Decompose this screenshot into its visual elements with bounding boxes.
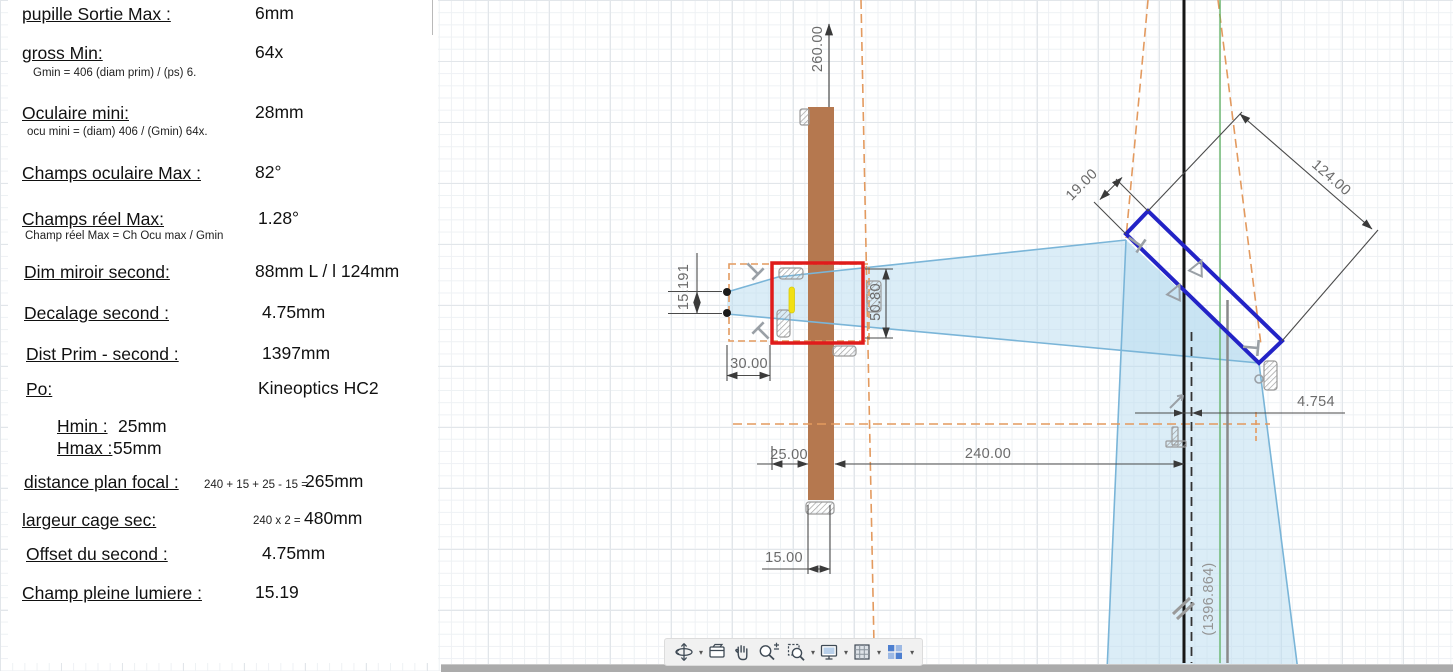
focal-point-top — [723, 288, 731, 296]
spec-formula: Gmin = 406 (diam prim) / (ps) 6. — [33, 67, 197, 79]
dim-1396: (1396.864) — [1201, 562, 1217, 636]
viewports-button[interactable] — [883, 641, 907, 663]
spec-label: Champs réel Max: — [22, 209, 164, 229]
spec-value: 82° — [255, 162, 282, 182]
window-zoom-caret[interactable]: ▾ — [811, 648, 815, 657]
telescope-board[interactable] — [808, 107, 834, 500]
spec-value: 25mm — [118, 416, 167, 436]
spec-value: Kineoptics HC2 — [258, 378, 379, 398]
dim-4754: 4.754 — [1297, 394, 1335, 410]
dim-5080: 50.80 — [868, 283, 884, 321]
notes-panel: pupille Sortie Max : 6mm gross Min: 64x … — [8, 0, 438, 663]
spec-label: distance plan focal : — [24, 472, 179, 492]
grid-display-icon — [854, 644, 870, 660]
orbit-icon — [675, 643, 693, 661]
incoming-ray-left — [1125, 0, 1149, 239]
dim-15: 15.00 — [765, 550, 803, 566]
spec-label: Po: — [26, 379, 53, 399]
display-settings-icon — [820, 644, 838, 660]
window-zoom-icon — [787, 643, 805, 661]
spec-label: gross Min: — [22, 43, 103, 63]
zoom-icon — [759, 642, 780, 661]
incoming-ray-right — [1217, 0, 1262, 346]
spec-formula: ocu mini = (diam) 406 / (Gmin) 64x. — [27, 126, 208, 138]
viewports-caret[interactable]: ▾ — [910, 648, 914, 657]
spec-label: Offset du second : — [26, 544, 168, 564]
spec-label: Oculaire mini: — [22, 103, 129, 123]
grid-display-caret[interactable]: ▾ — [877, 648, 881, 657]
spec-value: 15.19 — [255, 582, 299, 602]
panel-edge-line — [432, 0, 433, 35]
spec-value: 28mm — [255, 102, 304, 122]
spec-label: Hmax : — [57, 438, 113, 458]
focal-point-bottom — [723, 309, 731, 317]
dim-260: 260.00 — [810, 25, 826, 73]
spec-formula: 240 x 2 = — [253, 515, 301, 527]
window-zoom-button[interactable] — [784, 641, 808, 663]
dim-15191: 15.191 — [676, 263, 692, 311]
spec-label: Dist Prim - second : — [26, 344, 179, 364]
spec-label: Champs oculaire Max : — [22, 163, 201, 183]
spec-label: Champ pleine lumiere : — [22, 583, 202, 603]
spec-formula: Champ réel Max = Ch Ocu max / Gmin — [25, 230, 224, 242]
navigation-toolbar: ▾ ▾ ▾ ▾ ▾ — [664, 638, 924, 666]
spec-value: 4.75mm — [262, 543, 326, 563]
look-at-button[interactable] — [705, 641, 729, 663]
pan-button[interactable] — [730, 641, 754, 663]
dim-30: 30.00 — [730, 356, 768, 372]
display-settings-button[interactable] — [817, 641, 841, 663]
orbit-button[interactable] — [672, 641, 696, 663]
yellow-focal-marker — [788, 286, 795, 314]
viewports-icon — [888, 645, 903, 659]
spec-value: 1.28° — [258, 208, 300, 228]
spec-value: 480mm — [304, 508, 363, 528]
orbit-caret[interactable]: ▾ — [699, 648, 703, 657]
spec-value: 265mm — [305, 471, 364, 491]
grid-display-button[interactable] — [850, 641, 874, 663]
spec-value: 6mm — [255, 3, 294, 23]
spec-label: Hmin : — [57, 416, 108, 436]
pan-icon — [735, 645, 748, 661]
spec-label: Dim miroir second: — [24, 262, 170, 282]
spec-value: 88mm L / l 124mm — [255, 261, 400, 281]
dim-240: 240.00 — [964, 446, 1012, 462]
spec-value: 64x — [255, 42, 284, 62]
spec-value: 4.75mm — [262, 302, 326, 322]
look-at-icon — [709, 643, 725, 658]
spec-label: largeur cage sec: — [22, 510, 157, 530]
spec-value: 55mm — [113, 438, 162, 458]
spec-value: 1397mm — [262, 343, 331, 363]
display-settings-caret[interactable]: ▾ — [844, 648, 848, 657]
spec-label: Decalage second : — [24, 303, 169, 323]
dim-25: 25.00 — [770, 447, 808, 463]
zoom-button[interactable] — [755, 641, 783, 663]
spec-formula: 240 + 15 + 25 - 15 = — [204, 479, 308, 491]
spec-label: pupille Sortie Max : — [22, 4, 171, 24]
